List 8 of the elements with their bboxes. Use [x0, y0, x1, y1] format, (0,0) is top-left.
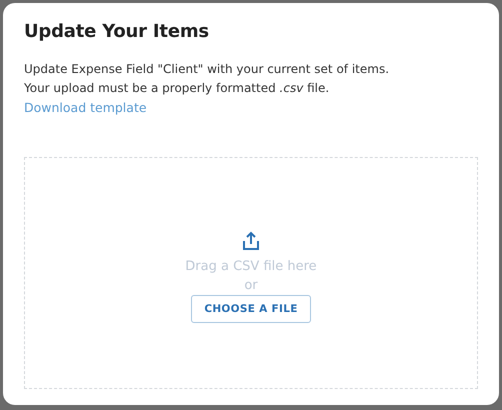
- choose-file-button[interactable]: CHOOSE A FILE: [191, 295, 311, 323]
- description-text: Update Expense Field "Client" with your current set of items. Your upload must be a properly formatted .csv file.: [24, 61, 390, 97]
- upload-icon: [241, 231, 261, 251]
- drag-prompt: Drag a CSV file here: [185, 259, 317, 274]
- or-text: or: [244, 278, 258, 293]
- download-template-link[interactable]: Download template: [24, 98, 147, 117]
- drop-zone[interactable]: Drag a CSV file here or CHOOSE A FILE: [24, 157, 478, 389]
- dialog-title: Update Your Items: [24, 21, 210, 42]
